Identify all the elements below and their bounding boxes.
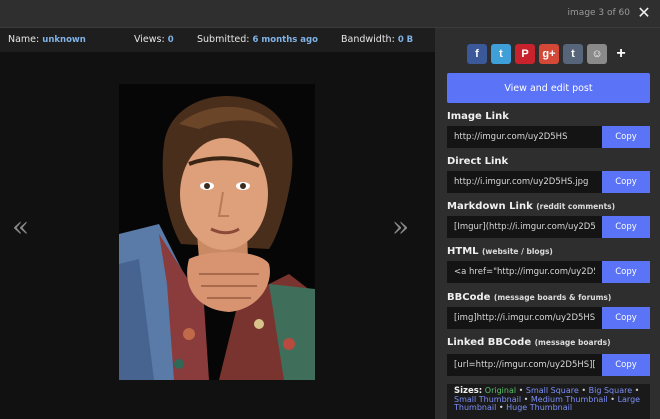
markdown-link-label: Markdown Link (reddit comments) [447, 201, 615, 212]
portrait-illustration [119, 84, 315, 380]
image-link-title: Image Link [447, 111, 509, 122]
image-viewer-window: image 3 of 60 ✕ Name: unknown Views: 0 S… [0, 0, 660, 419]
bbcode-label: BBCode (message boards & forums) [447, 292, 611, 303]
pinterest-icon[interactable]: P [515, 44, 535, 64]
previous-image-arrow-icon[interactable]: « [12, 212, 29, 242]
top-bar: image 3 of 60 ✕ [0, 0, 660, 28]
markdown-link-note: (reddit comments) [536, 202, 616, 211]
stat-name-label: Name: [8, 34, 40, 45]
linked-bbcode-title: Linked BBCode [447, 337, 532, 348]
markdown-link-field[interactable] [447, 216, 602, 238]
stat-name: Name: unknown [8, 34, 86, 45]
image-link-field[interactable] [447, 126, 602, 148]
linked-bbcode-label: Linked BBCode (message boards) [447, 337, 611, 348]
image-stats-bar: Name: unknown Views: 0 Submitted: 6 mont… [0, 28, 435, 52]
stat-submitted-value: 6 months ago [252, 35, 318, 45]
view-and-edit-post-button[interactable]: View and edit post [447, 73, 650, 103]
html-link-note: (website / blogs) [482, 247, 553, 256]
reddit-icon[interactable]: ☺ [587, 44, 607, 64]
bbcode-note: (message boards & forums) [493, 293, 612, 302]
linked-bbcode-field[interactable] [447, 354, 602, 376]
facebook-icon[interactable]: f [467, 44, 487, 64]
html-link-title: HTML [447, 246, 479, 257]
copy-linked-bbcode-button[interactable]: Copy [602, 354, 650, 376]
stat-bandwidth: Bandwidth: 0 B [341, 34, 413, 45]
tumblr-icon[interactable]: t [563, 44, 583, 64]
html-link-field[interactable] [447, 261, 602, 283]
direct-link-title: Direct Link [447, 156, 509, 167]
image-link-label: Image Link [447, 111, 509, 122]
copy-html-link-button[interactable]: Copy [602, 261, 650, 283]
close-icon[interactable]: ✕ [636, 4, 652, 22]
stat-views-label: Views: [134, 34, 165, 45]
copy-image-link-button[interactable]: Copy [602, 126, 650, 148]
stat-bandwidth-label: Bandwidth: [341, 34, 395, 45]
twitter-icon[interactable]: t [491, 44, 511, 64]
linked-bbcode-note: (message boards) [534, 338, 611, 347]
direct-link-label: Direct Link [447, 156, 508, 167]
next-image-arrow-icon[interactable]: » [392, 212, 409, 242]
stat-views-value: 0 [167, 35, 174, 45]
copy-direct-link-button[interactable]: Copy [602, 171, 650, 193]
size-huge-thumbnail-link[interactable]: Huge Thumbnail [506, 403, 572, 412]
portrait-photo[interactable] [119, 84, 315, 380]
share-panel: f t P g+ t ☺ + View and edit post Image … [435, 28, 660, 419]
image-counter: image 3 of 60 [567, 8, 630, 18]
google-plus-icon[interactable]: g+ [539, 44, 559, 64]
image-stage: « » [0, 52, 435, 419]
stat-submitted: Submitted: 6 months ago [197, 34, 318, 45]
stat-submitted-label: Submitted: [197, 34, 250, 45]
image-sizes-box: Sizes: Original • Small Square • Big Squ… [447, 384, 650, 419]
stat-views: Views: 0 [134, 34, 174, 45]
copy-bbcode-button[interactable]: Copy [602, 307, 650, 329]
stat-name-value: unknown [42, 35, 86, 45]
bbcode-field[interactable] [447, 307, 602, 329]
more-icon[interactable]: + [611, 44, 631, 64]
html-link-label: HTML (website / blogs) [447, 246, 553, 257]
markdown-link-title: Markdown Link [447, 201, 533, 212]
copy-markdown-link-button[interactable]: Copy [602, 216, 650, 238]
bbcode-title: BBCode [447, 292, 491, 303]
stat-bandwidth-value: 0 B [397, 35, 414, 45]
direct-link-field[interactable] [447, 171, 602, 193]
